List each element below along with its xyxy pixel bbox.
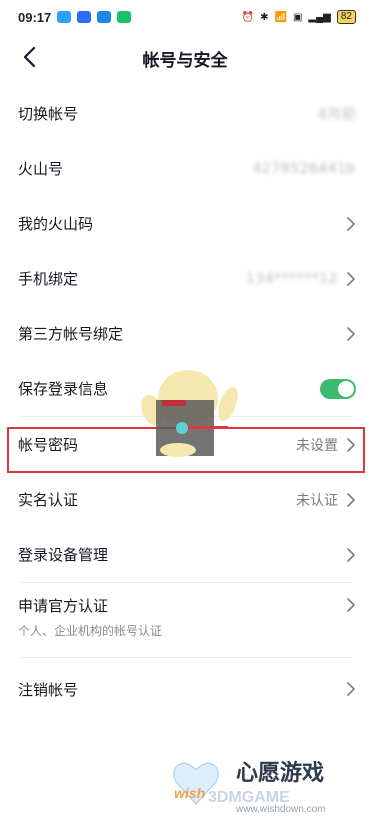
row-huoshan-id[interactable]: 火山号 4279526441b bbox=[0, 141, 370, 196]
phone-value: 134******12 bbox=[245, 270, 338, 287]
hd-icon: ▣ bbox=[292, 11, 303, 23]
chevron-right-icon bbox=[347, 216, 355, 231]
row-label: 第三方帐号绑定 bbox=[18, 325, 124, 343]
wishdown-logo: wish 3DMGAME 心愿游戏 www.wishdown.com bbox=[173, 760, 325, 815]
chevron-right-icon bbox=[347, 492, 355, 507]
row-switch-account[interactable]: 切换帐号 4月初 bbox=[0, 86, 370, 141]
chevron-right-icon bbox=[347, 437, 355, 452]
save-login-toggle[interactable] bbox=[320, 378, 356, 399]
wifi-icon: 📶 bbox=[274, 11, 287, 23]
row-label: 我的火山码 bbox=[18, 215, 94, 233]
row-label: 帐号密码 bbox=[18, 436, 79, 454]
huoshan-id-value: 4279526441b bbox=[252, 160, 356, 177]
chevron-right-icon bbox=[347, 547, 355, 562]
row-cancel-account[interactable]: 注销帐号 bbox=[0, 658, 370, 720]
row-real-name-verification[interactable]: 实名认证 未认证 bbox=[0, 472, 370, 527]
row-third-party-binding[interactable]: 第三方帐号绑定 bbox=[0, 306, 370, 361]
bluetooth-icon: ✱ bbox=[260, 11, 269, 23]
row-label: 切换帐号 bbox=[18, 105, 79, 123]
watermark: wish 3DMGAME 心愿游戏 www.wishdown.com bbox=[166, 752, 362, 816]
status-time: 09:17 bbox=[18, 9, 52, 25]
row-login-devices[interactable]: 登录设备管理 bbox=[0, 527, 370, 582]
chevron-right-icon bbox=[347, 271, 355, 286]
row-label: 申请官方认证 bbox=[18, 597, 109, 615]
wechat-icon bbox=[57, 11, 72, 23]
verification-status: 未认证 bbox=[296, 492, 338, 509]
row-sublabel: 个人、企业机构的帐号认证 bbox=[18, 624, 163, 638]
chevron-right-icon bbox=[347, 326, 355, 341]
row-phone-binding[interactable]: 手机绑定 134******12 bbox=[0, 251, 370, 306]
sticker-image bbox=[141, 370, 238, 457]
row-official-verification[interactable]: 申请官方认证 个人、企业机构的帐号认证 bbox=[0, 583, 370, 657]
row-label: 注销帐号 bbox=[18, 680, 79, 699]
row-label: 保存登录信息 bbox=[18, 380, 109, 398]
page-title: 帐号与安全 bbox=[142, 51, 228, 71]
svg-text:www.wishdown.com: www.wishdown.com bbox=[235, 804, 325, 815]
iqiyi-icon bbox=[117, 11, 132, 23]
chevron-right-icon bbox=[347, 598, 355, 612]
app-icon bbox=[77, 11, 92, 23]
signal-icon: ▂▄▆ bbox=[308, 11, 331, 23]
password-status: 未设置 bbox=[296, 437, 338, 454]
alarm-icon: ⏰ bbox=[241, 11, 255, 23]
status-bar: 09:17 ⏰ ✱ 📶 ▣ ▂▄▆ 82 bbox=[0, 0, 370, 34]
svg-text:wish: wish bbox=[174, 785, 205, 801]
nav-bar: 帐号与安全 bbox=[0, 34, 370, 80]
row-label: 手机绑定 bbox=[18, 270, 79, 288]
row-label: 登录设备管理 bbox=[18, 546, 109, 564]
chevron-right-icon bbox=[347, 682, 355, 696]
zhihu-icon bbox=[97, 11, 112, 23]
row-label: 实名认证 bbox=[18, 491, 79, 509]
row-my-qr-code[interactable]: 我的火山码 bbox=[0, 196, 370, 251]
row-label: 火山号 bbox=[18, 160, 64, 178]
battery-icon: 82 bbox=[336, 10, 356, 24]
account-value: 4月初 bbox=[317, 106, 356, 123]
svg-text:心愿游戏: 心愿游戏 bbox=[236, 760, 324, 786]
